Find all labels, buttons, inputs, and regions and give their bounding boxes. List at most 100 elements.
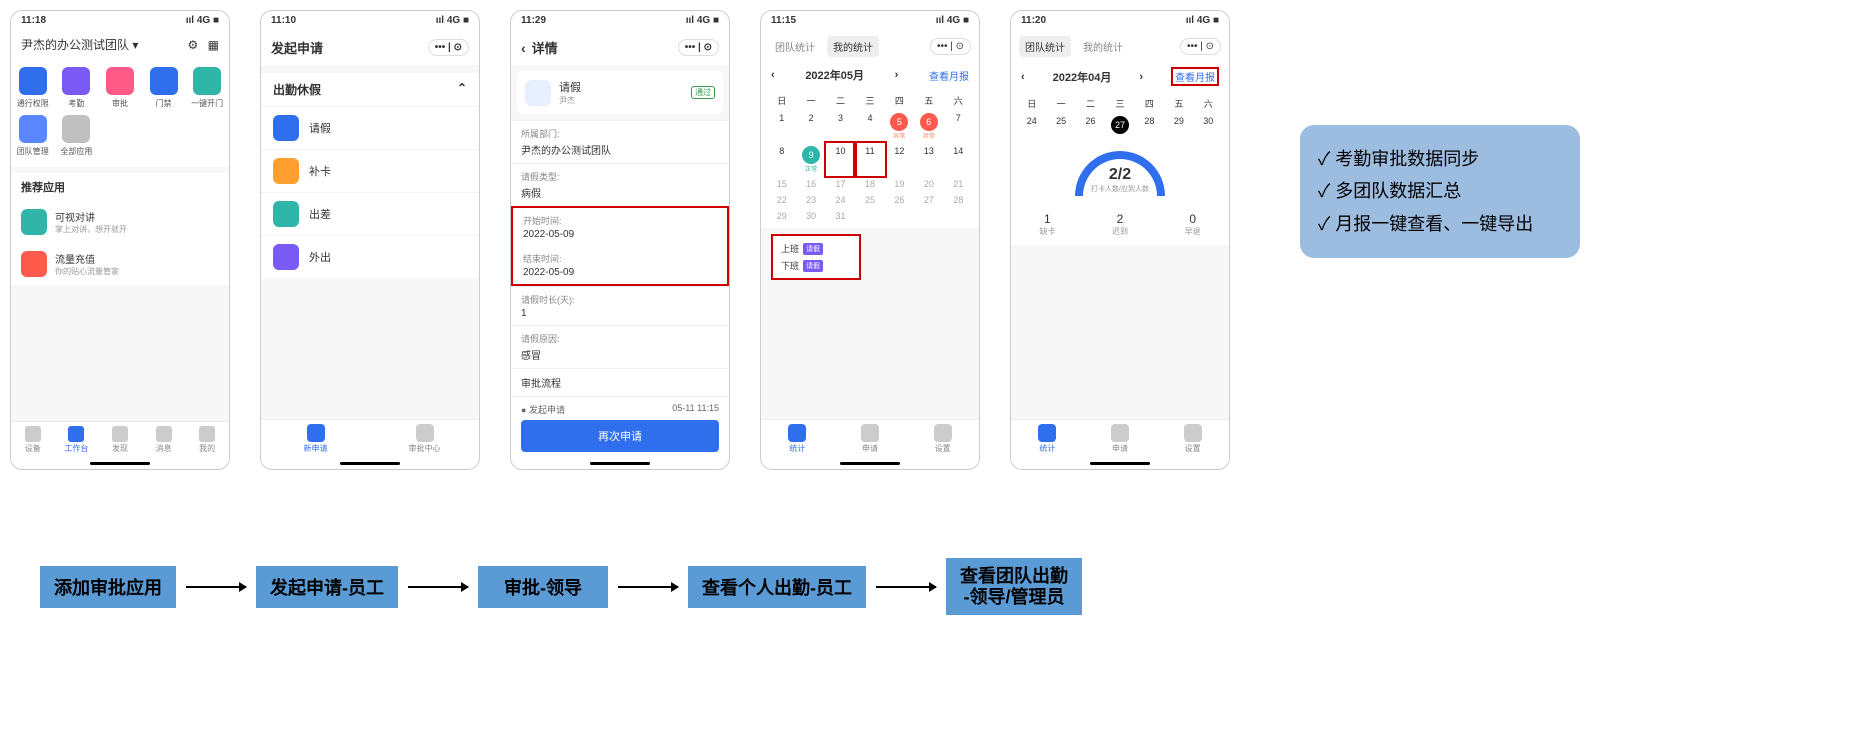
tab-审批中心[interactable]: 审批中心 bbox=[370, 420, 479, 458]
app-icon-全部应用[interactable]: 全部应用 bbox=[55, 115, 99, 157]
gear-icon[interactable]: ⚙ bbox=[188, 38, 199, 52]
rec-item[interactable]: 可视对讲掌上对讲，想开就开 bbox=[11, 201, 229, 243]
arrow-icon bbox=[408, 586, 468, 588]
calendar-day[interactable] bbox=[914, 208, 943, 224]
capsule-buttons[interactable]: ••• | ⊙ bbox=[1180, 38, 1221, 55]
next-month-icon[interactable]: › bbox=[895, 69, 899, 81]
tab-新申请[interactable]: 新申请 bbox=[261, 420, 370, 458]
calendar-day[interactable]: 3 bbox=[826, 110, 855, 143]
calendar-day[interactable]: 1 bbox=[767, 110, 796, 143]
calendar-day[interactable]: 17 bbox=[826, 176, 855, 192]
section-header[interactable]: 出勤休假⌃ bbox=[261, 73, 479, 106]
view-report-link[interactable]: 查看月报 bbox=[929, 68, 969, 83]
calendar-day[interactable]: 25 bbox=[1046, 113, 1075, 137]
menu-出差[interactable]: 出差 bbox=[261, 192, 479, 235]
menu-补卡[interactable]: 补卡 bbox=[261, 149, 479, 192]
calendar-day[interactable]: 9正常 bbox=[796, 143, 825, 176]
calendar-day[interactable]: 15 bbox=[767, 176, 796, 192]
next-month-icon[interactable]: › bbox=[1139, 71, 1143, 83]
calendar-day[interactable] bbox=[885, 208, 914, 224]
calendar-day[interactable]: 2 bbox=[796, 110, 825, 143]
calendar-day[interactable]: 7 bbox=[944, 110, 973, 143]
tab-my-stats[interactable]: 我的统计 bbox=[1077, 36, 1129, 57]
tab-我的[interactable]: 我的 bbox=[185, 422, 229, 458]
tab-消息[interactable]: 消息 bbox=[142, 422, 186, 458]
app-icon-一键开门[interactable]: 一键开门 bbox=[185, 67, 229, 109]
prev-month-icon[interactable]: ‹ bbox=[771, 69, 775, 81]
tab-工作台[interactable]: 工作台 bbox=[55, 422, 99, 458]
tab-申请[interactable]: 申请 bbox=[834, 420, 907, 458]
app-icon-通行权限[interactable]: 通行权限 bbox=[11, 67, 55, 109]
stat-迟到: 2迟到 bbox=[1084, 212, 1157, 237]
attendance-gauge: 2/2 打卡人数/应到人数 bbox=[1011, 141, 1229, 204]
team-dropdown[interactable]: 尹杰的办公测试团队 ▾ bbox=[21, 36, 138, 53]
qr-icon[interactable]: ▦ bbox=[208, 38, 219, 52]
feature-callout: 考勤审批数据同步 多团队数据汇总 月报一键查看、一键导出 bbox=[1300, 125, 1580, 258]
capsule-buttons[interactable]: ••• | ⊙ bbox=[678, 39, 719, 56]
tab-设置[interactable]: 设置 bbox=[1156, 420, 1229, 458]
time: 11:20 bbox=[1021, 15, 1046, 26]
app-icon-审批[interactable]: 审批 bbox=[98, 67, 142, 109]
app-icon-团队管理[interactable]: 团队管理 bbox=[11, 115, 55, 157]
calendar-day[interactable]: 26 bbox=[1076, 113, 1105, 137]
calendar-day[interactable]: 29 bbox=[1164, 113, 1193, 137]
app-icon-考勤[interactable]: 考勤 bbox=[55, 67, 99, 109]
tab-设置[interactable]: 设置 bbox=[906, 420, 979, 458]
flow-diagram: 添加审批应用 发起申请-员工 审批-领导 查看个人出勤-员工 查看团队出勤-领导… bbox=[40, 558, 1082, 615]
status-badge: 通过 bbox=[691, 86, 715, 99]
tab-team-stats[interactable]: 团队统计 bbox=[1019, 36, 1071, 57]
calendar-day[interactable]: 14 bbox=[944, 143, 973, 176]
tab-申请[interactable]: 申请 bbox=[1084, 420, 1157, 458]
view-report-link[interactable]: 查看月报 bbox=[1171, 67, 1219, 86]
tab-统计[interactable]: 统计 bbox=[761, 420, 834, 458]
tab-my-stats[interactable]: 我的统计 bbox=[827, 36, 879, 57]
calendar-day[interactable]: 24 bbox=[826, 192, 855, 208]
calendar-day[interactable]: 18 bbox=[855, 176, 884, 192]
calendar-day[interactable]: 24 bbox=[1017, 113, 1046, 137]
tab-统计[interactable]: 统计 bbox=[1011, 420, 1084, 458]
capsule-buttons[interactable]: ••• | ⊙ bbox=[428, 39, 469, 56]
calendar-day[interactable]: 19 bbox=[885, 176, 914, 192]
calendar-day[interactable]: 29 bbox=[767, 208, 796, 224]
calendar-day[interactable]: 30 bbox=[1194, 113, 1223, 137]
calendar-day[interactable]: 21 bbox=[944, 176, 973, 192]
calendar-day[interactable]: 6异常 bbox=[914, 110, 943, 143]
calendar-day[interactable]: 27 bbox=[914, 192, 943, 208]
end-time-field: 结束时间:2022-05-09 bbox=[511, 246, 729, 286]
calendar-day[interactable]: 16 bbox=[796, 176, 825, 192]
calendar-day[interactable]: 4 bbox=[855, 110, 884, 143]
calendar-day[interactable]: 5异常 bbox=[885, 110, 914, 143]
rec-item[interactable]: 流量充值你的贴心流量管家 bbox=[11, 243, 229, 285]
calendar-day[interactable]: 28 bbox=[944, 192, 973, 208]
calendar-day[interactable]: 22 bbox=[767, 192, 796, 208]
calendar-day[interactable]: 25 bbox=[855, 192, 884, 208]
tab-发现[interactable]: 发现 bbox=[98, 422, 142, 458]
flow-title: 审批流程 bbox=[511, 368, 729, 396]
calendar-day[interactable]: 28 bbox=[1135, 113, 1164, 137]
tab-team-stats[interactable]: 团队统计 bbox=[769, 36, 821, 57]
app-icon-门禁[interactable]: 门禁 bbox=[142, 67, 186, 109]
reapply-button[interactable]: 再次申请 bbox=[521, 420, 719, 452]
calendar-day[interactable]: 10 bbox=[826, 143, 855, 176]
prev-month-icon[interactable]: ‹ bbox=[1021, 71, 1025, 83]
capsule-buttons[interactable]: ••• | ⊙ bbox=[930, 38, 971, 55]
calendar-day[interactable]: 12 bbox=[885, 143, 914, 176]
calendar-day[interactable]: 8 bbox=[767, 143, 796, 176]
calendar-day[interactable]: 11 bbox=[855, 143, 884, 176]
calendar-icon bbox=[525, 80, 551, 106]
calendar-day[interactable]: 23 bbox=[796, 192, 825, 208]
tab-设备[interactable]: 设备 bbox=[11, 422, 55, 458]
back-icon[interactable]: ‹ bbox=[521, 40, 526, 56]
calendar-day[interactable]: 27 bbox=[1105, 113, 1134, 137]
calendar-day[interactable] bbox=[944, 208, 973, 224]
calendar-day[interactable]: 20 bbox=[914, 176, 943, 192]
menu-请假[interactable]: 请假 bbox=[261, 106, 479, 149]
calendar-day[interactable]: 31 bbox=[826, 208, 855, 224]
month-label: 2022年05月 bbox=[805, 67, 864, 83]
calendar-day[interactable]: 26 bbox=[885, 192, 914, 208]
menu-外出[interactable]: 外出 bbox=[261, 235, 479, 278]
calendar-day[interactable]: 30 bbox=[796, 208, 825, 224]
calendar-day[interactable] bbox=[855, 208, 884, 224]
flow-step: 添加审批应用 bbox=[40, 566, 176, 608]
calendar-day[interactable]: 13 bbox=[914, 143, 943, 176]
